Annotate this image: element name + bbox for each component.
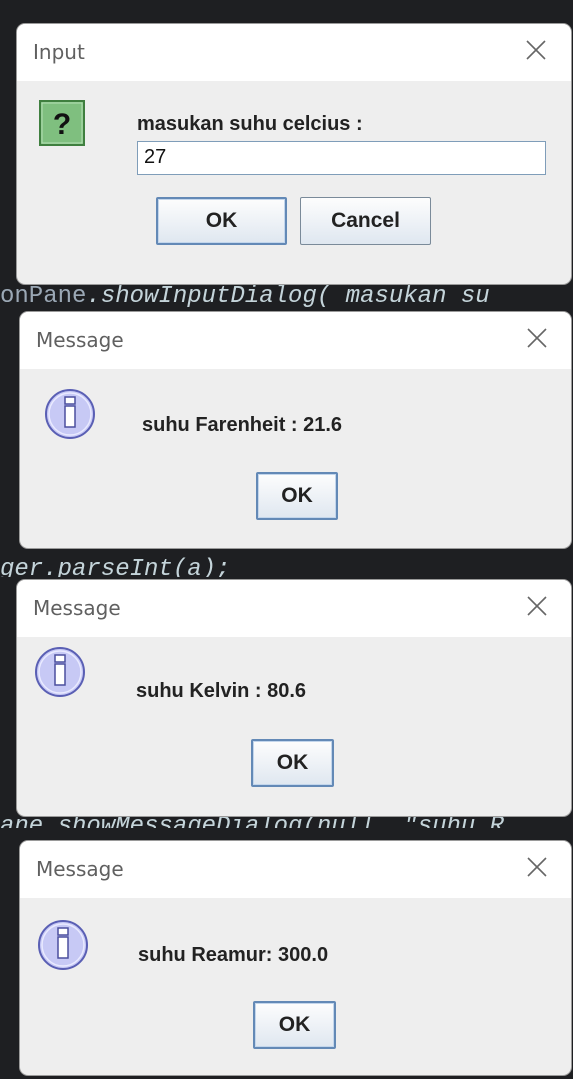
reamur-message-dialog: Message suhu Reamur: 300.0 OK <box>20 841 571 1075</box>
result-message: suhu Reamur: 300.0 <box>138 944 329 966</box>
kelvin-message-dialog: Message suhu Kelvin : 80.6 OK <box>17 580 571 816</box>
ok-button[interactable]: OK <box>253 1001 336 1049</box>
input-dialog: Input ? masukan suhu celcius : 27 OK Can… <box>17 24 571 284</box>
information-icon <box>45 389 95 439</box>
dialog-titlebar: Input <box>17 24 571 81</box>
cancel-button[interactable]: Cancel <box>300 197 431 245</box>
dialog-title: Message <box>36 857 124 881</box>
close-icon[interactable] <box>522 36 550 64</box>
celsius-input[interactable]: 27 <box>137 141 546 175</box>
question-icon: ? <box>39 100 85 146</box>
ok-button[interactable]: OK <box>251 739 334 787</box>
dialog-titlebar: Message <box>20 312 571 369</box>
result-message: suhu Kelvin : 80.6 <box>136 680 307 702</box>
code-fragment: .showInputDialog( masukan su <box>86 283 490 310</box>
close-icon[interactable] <box>523 592 551 620</box>
information-icon <box>38 920 88 970</box>
information-icon <box>35 647 85 697</box>
close-icon[interactable] <box>523 853 551 881</box>
dialog-title: Input <box>33 40 85 64</box>
dialog-title: Message <box>33 596 121 620</box>
svg-text:?: ? <box>53 108 71 141</box>
ok-button[interactable]: OK <box>256 472 338 520</box>
prompt-label: masukan suhu celcius : <box>137 113 363 135</box>
ok-button[interactable]: OK <box>156 197 287 245</box>
farenheit-message-dialog: Message suhu Farenheit : 21.6 OK <box>20 312 571 548</box>
dialog-title: Message <box>36 328 124 352</box>
result-message: suhu Farenheit : 21.6 <box>142 414 343 436</box>
code-fragment: onPane <box>0 283 87 310</box>
code-fragment: ger.parseInt(a); <box>0 556 231 577</box>
background-code-line: onPane.showInputDialog( masukan su <box>0 282 573 312</box>
close-icon[interactable] <box>523 324 551 352</box>
background-code-line: ger.parseInt(a); <box>0 555 573 577</box>
dialog-titlebar: Message <box>17 580 571 637</box>
dialog-titlebar: Message <box>20 841 571 898</box>
